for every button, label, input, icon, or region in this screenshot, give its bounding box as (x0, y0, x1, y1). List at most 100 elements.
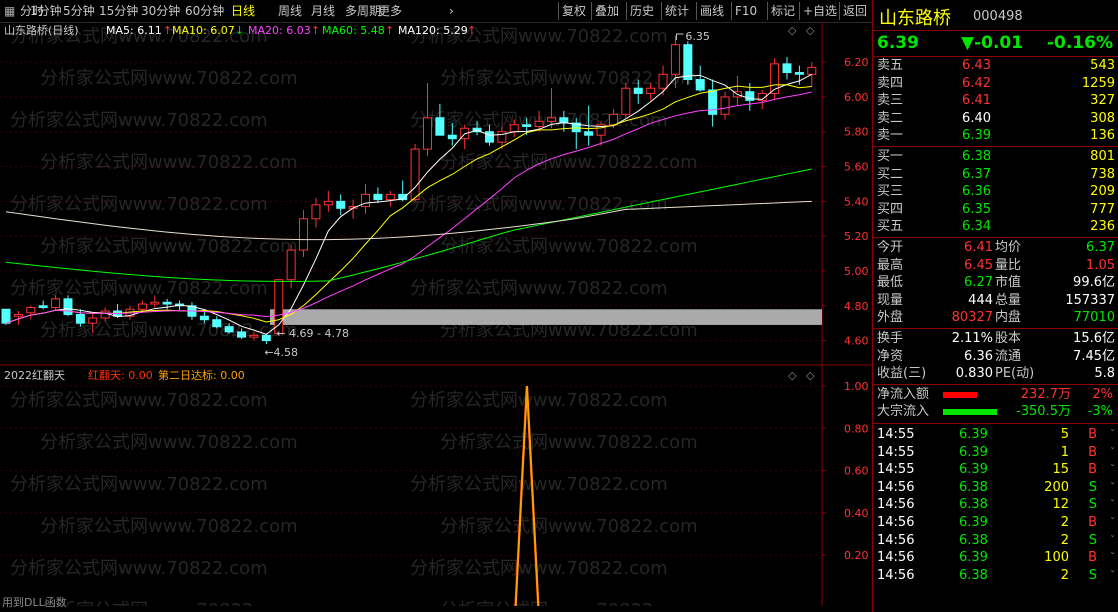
toolbar-action-button[interactable]: 历史 (630, 3, 654, 19)
candle[interactable] (770, 58, 780, 101)
candle-body (410, 148, 420, 201)
toolbar-action-button[interactable]: 标记 (771, 3, 795, 19)
candle[interactable] (373, 187, 383, 204)
order-book-row[interactable]: 买二 6.37 738 (873, 166, 1118, 184)
order-book-row[interactable]: 买四 6.35 777 (873, 201, 1118, 219)
toolbar-action-button[interactable]: 返回 (843, 3, 867, 19)
candle[interactable] (398, 180, 408, 202)
candle[interactable] (435, 103, 445, 136)
order-book-row[interactable]: 卖二 6.40 308 (873, 110, 1118, 128)
tick-volume: 5 (1060, 427, 1069, 442)
candle[interactable] (410, 143, 420, 202)
tick-side: B (1088, 444, 1097, 460)
candle-body (75, 313, 85, 324)
order-book-row[interactable]: 买三 6.36 209 (873, 183, 1118, 201)
indicator-chart[interactable]: 1.00 0.80 0.60 0.40 0.20 分析家公式网www.70822.com 分… (0, 366, 872, 606)
toolbar-action-button[interactable]: 叠加 (595, 3, 619, 19)
candle[interactable] (212, 316, 222, 329)
stat-label: 最低 (877, 275, 904, 291)
stat-row: 外盘 80327 内盘 77010 (873, 309, 1118, 327)
order-book-row[interactable]: 买一 6.38 801 (873, 148, 1118, 166)
candle[interactable] (38, 300, 48, 310)
period-tab[interactable]: 60分钟 (185, 3, 224, 19)
period-tab[interactable]: 30分钟 (141, 3, 180, 19)
toolbar-action-button[interactable]: 复权 (562, 3, 586, 19)
candle[interactable] (336, 194, 346, 216)
flow-label: 大宗流入 (877, 404, 930, 420)
watermark: 分析家公式网www.70822.com (410, 558, 668, 579)
chevron-right-icon[interactable]: › (449, 3, 454, 19)
order-book-volume: 308 (1090, 110, 1115, 126)
order-book-price: 6.40 (962, 110, 991, 126)
diamond-icon[interactable]: ◇ (806, 24, 815, 37)
order-book-label: 卖三 (877, 93, 904, 109)
candle-body (100, 310, 110, 319)
order-book-row[interactable]: 买五 6.34 236 (873, 218, 1118, 236)
diamond-icon[interactable]: ◇ (806, 369, 815, 382)
candle[interactable] (26, 305, 36, 320)
diamond-icon[interactable]: ◇ (788, 24, 797, 37)
order-book-row[interactable]: 卖四 6.42 1259 (873, 75, 1118, 93)
period-tab[interactable]: 多周期 (345, 3, 381, 19)
toolbar-action-button[interactable]: F10 (735, 3, 757, 19)
candle[interactable] (348, 199, 358, 219)
toolbar-action-button[interactable]: +自选 (803, 3, 837, 19)
period-tab[interactable]: 日线 (231, 3, 255, 19)
tick-price: 6.38 (959, 497, 988, 513)
candle-body (695, 79, 705, 91)
period-tab[interactable]: 15分钟 (99, 3, 138, 19)
candle-body (224, 326, 234, 333)
divider (873, 328, 1118, 329)
candle[interactable] (720, 91, 730, 120)
diamond-icon[interactable]: ◇ (788, 369, 797, 382)
candle[interactable] (261, 333, 271, 345)
order-book-row[interactable]: 卖一 6.39 136 (873, 127, 1118, 145)
order-book-volume: 738 (1090, 166, 1115, 182)
flow-value: -350.5万 (1016, 404, 1071, 420)
watermark: 分析家公式网www.70822.com (10, 390, 268, 411)
tick-row: 14:55 6.39 15 B ˇ (873, 461, 1118, 479)
order-book-label: 买四 (877, 201, 904, 217)
candle[interactable] (708, 79, 718, 127)
order-book-label: 卖四 (877, 75, 904, 91)
order-book-row[interactable]: 卖五 6.43 543 (873, 57, 1118, 75)
candle-body (336, 200, 346, 209)
period-tab[interactable]: 1分钟 (30, 3, 62, 19)
candle[interactable] (299, 210, 309, 258)
divider (873, 383, 1118, 385)
stat-row: 换手 2.11% 股本 15.6亿 (873, 330, 1118, 348)
candle[interactable] (63, 295, 73, 317)
toolbar-action-button[interactable]: 画线 (700, 3, 724, 19)
high-marker (675, 33, 684, 40)
candle[interactable] (361, 183, 371, 214)
candle[interactable] (311, 197, 321, 228)
period-tab[interactable]: 更多 (378, 3, 402, 19)
kline-chart[interactable]: 6.20 6.00 5.80 5.60 5.40 5.20 5.00 4.80 4.60 分析家公… (0, 22, 872, 366)
candle-body (708, 89, 718, 115)
order-book-row[interactable]: 卖三 6.41 327 (873, 92, 1118, 110)
period-tab[interactable]: 周线 (278, 3, 302, 19)
tick-price: 6.39 (959, 444, 988, 460)
tick-volume: 1 (1060, 444, 1069, 460)
grid-icon[interactable]: ▦ (4, 3, 15, 19)
stock-code: 000498 (973, 9, 1023, 24)
footer-text: 用到DLL函数 (2, 596, 67, 609)
candle-body (807, 66, 817, 75)
period-tab[interactable]: 月线 (311, 3, 335, 19)
toolbar-action-button[interactable]: 统计 (665, 3, 689, 19)
tick-price: 6.39 (959, 427, 988, 442)
watermark: 分析家公式网www.70822.com (440, 432, 698, 453)
candle[interactable] (732, 76, 742, 106)
candle[interactable] (782, 56, 792, 80)
indicator-title: 2022红翻天 (4, 368, 65, 382)
candle[interactable] (323, 190, 333, 212)
candle-body (212, 319, 222, 328)
candle[interactable] (683, 41, 693, 85)
y-tick-label: 1.00 (844, 380, 869, 393)
candle[interactable] (422, 82, 432, 157)
tick-volume: 200 (1044, 479, 1069, 495)
tick-price: 6.38 (959, 567, 988, 583)
candle[interactable] (385, 190, 395, 207)
candle[interactable] (621, 82, 631, 118)
period-tab[interactable]: 5分钟 (63, 3, 95, 19)
